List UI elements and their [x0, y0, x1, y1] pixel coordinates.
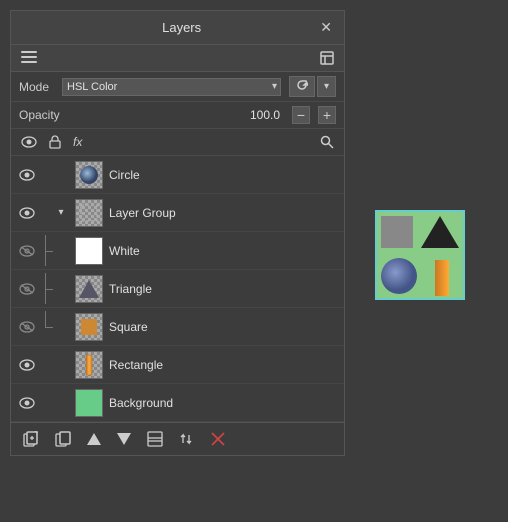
layer-name-triangle: Triangle	[109, 282, 338, 296]
layer-item-circle[interactable]: Circle	[11, 156, 344, 194]
sort-button[interactable]	[173, 427, 201, 451]
layer-name-background: Background	[109, 396, 338, 410]
thumb-background	[75, 389, 103, 417]
preview-triangle	[419, 214, 461, 250]
merge-button[interactable]	[141, 427, 169, 451]
thumb-white	[75, 237, 103, 265]
layers-list: Circle ▾ Layer Group	[11, 156, 344, 422]
thumb-circle	[75, 161, 103, 189]
new-layer-button[interactable]	[17, 427, 45, 451]
preview-gray-square	[381, 216, 413, 248]
layer-item-background[interactable]: Background	[11, 384, 344, 422]
layer-name-square: Square	[109, 320, 338, 334]
layer-name-white: White	[109, 244, 338, 258]
mode-buttons: ▾	[289, 76, 336, 97]
fx-button[interactable]: fx	[71, 133, 84, 151]
layer-name-rectangle: Rectangle	[109, 358, 338, 372]
visibility-rectangle[interactable]	[17, 359, 37, 371]
group-expand-icon[interactable]: ▾	[53, 207, 69, 218]
layers-panel: Layers ✕ Mode	[10, 10, 345, 456]
thumb-triangle	[75, 275, 103, 303]
preview-thumbnail	[375, 210, 465, 300]
duplicate-button[interactable]	[49, 427, 77, 451]
mode-select[interactable]: HSL Color Normal Multiply Screen	[62, 78, 281, 96]
delete-button[interactable]	[205, 428, 231, 450]
search-button[interactable]	[318, 133, 336, 151]
mode-select-wrap: HSL Color Normal Multiply Screen	[62, 78, 281, 96]
toolbar-row	[11, 45, 344, 72]
lock-button[interactable]	[47, 133, 63, 151]
preview-rect	[435, 260, 449, 296]
visibility-background[interactable]	[17, 397, 37, 409]
opacity-value: 100.0	[77, 108, 280, 122]
close-button[interactable]: ✕	[320, 19, 332, 36]
opacity-row: Opacity 100.0 − +	[11, 102, 344, 129]
layer-item-triangle[interactable]: Triangle	[11, 270, 344, 308]
layer-item-group[interactable]: ▾ Layer Group	[11, 194, 344, 232]
layer-item-square[interactable]: Square	[11, 308, 344, 346]
move-up-button[interactable]	[81, 429, 107, 449]
visibility-toggle-button[interactable]	[19, 134, 39, 150]
mode-label: Mode	[19, 80, 54, 94]
panel-title: Layers	[43, 20, 320, 35]
restore-button[interactable]	[316, 49, 338, 67]
thumb-square	[75, 313, 103, 341]
visibility-square[interactable]	[17, 321, 37, 333]
layer-name-group: Layer Group	[109, 206, 338, 220]
thumb-group	[75, 199, 103, 227]
panel-header: Layers ✕	[11, 11, 344, 45]
move-down-button[interactable]	[111, 429, 137, 449]
thumb-rectangle	[75, 351, 103, 379]
visibility-group[interactable]	[17, 207, 37, 219]
layer-item-rectangle[interactable]: Rectangle	[11, 346, 344, 384]
visibility-circle[interactable]	[17, 169, 37, 181]
icons-row: fx	[11, 129, 344, 156]
layer-name-circle: Circle	[109, 168, 338, 182]
mode-reset-button[interactable]	[289, 76, 315, 97]
preview-circle	[379, 256, 419, 296]
mode-dropdown-button[interactable]: ▾	[317, 76, 336, 97]
opacity-minus-button[interactable]: −	[292, 106, 310, 124]
layers-menu-button[interactable]	[17, 49, 41, 67]
visibility-white[interactable]	[17, 245, 37, 257]
bottom-toolbar	[11, 422, 344, 455]
visibility-triangle[interactable]	[17, 283, 37, 295]
opacity-label: Opacity	[19, 108, 69, 122]
opacity-plus-button[interactable]: +	[318, 106, 336, 124]
mode-row: Mode HSL Color Normal Multiply Screen ▾	[11, 72, 344, 102]
layer-item-white[interactable]: White	[11, 232, 344, 270]
